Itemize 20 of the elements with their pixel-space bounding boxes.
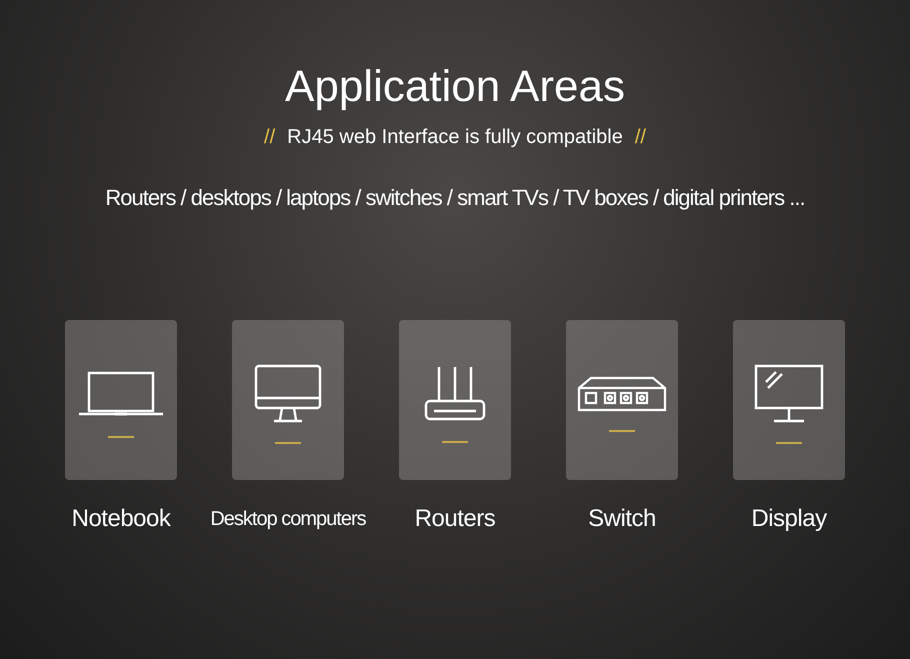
area-label: Desktop computers <box>210 507 366 532</box>
subtitle: RJ45 web Interface is fully compatible <box>287 125 623 150</box>
page-title: Application Areas <box>285 61 625 113</box>
accent-line <box>776 442 802 444</box>
area-label: Display <box>751 504 827 534</box>
laptop-icon <box>77 370 165 418</box>
devices-line: Routers / desktops / laptops / switches / smart TVs / TV boxes / digital printers ... <box>105 184 805 212</box>
monitor-icon <box>754 364 824 424</box>
area-label: Routers <box>414 504 496 534</box>
router-icon <box>424 365 486 423</box>
monitor-icon <box>254 364 322 424</box>
network-switch-icon <box>577 376 667 412</box>
area-label: Notebook <box>72 504 170 534</box>
accent-line <box>108 436 134 438</box>
accent-line <box>442 441 468 443</box>
slash-mark: // <box>634 125 646 150</box>
area-label: Switch <box>588 504 656 534</box>
accent-line <box>609 430 635 432</box>
accent-line <box>275 442 301 444</box>
slash-mark: // <box>264 125 276 150</box>
